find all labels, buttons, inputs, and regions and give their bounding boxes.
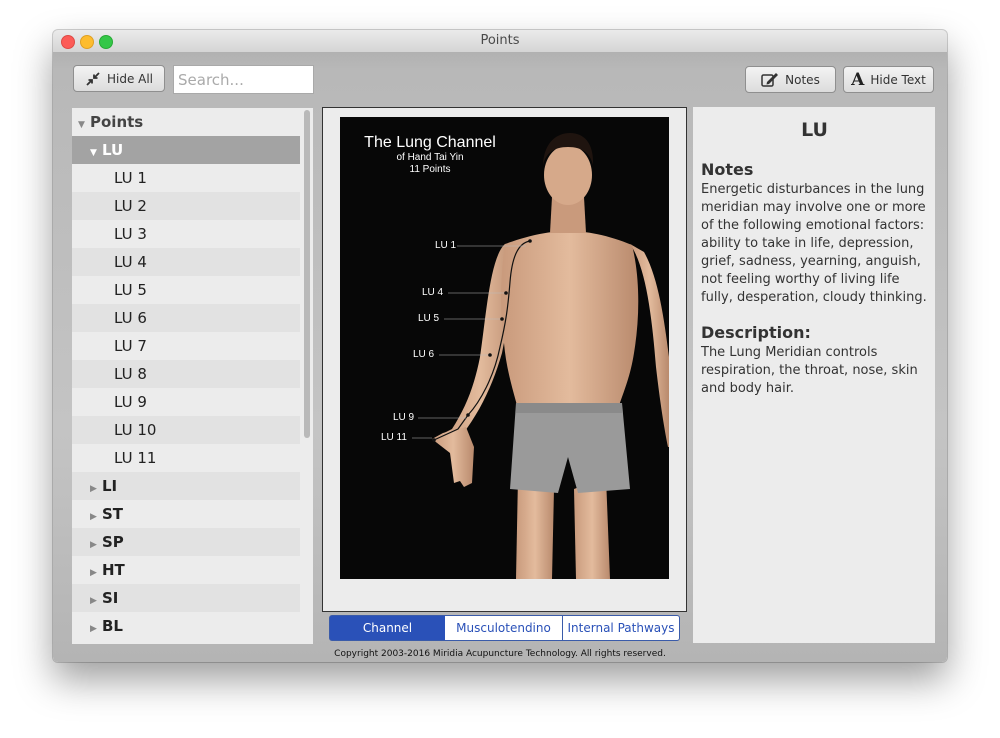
disclosure-collapsed-icon[interactable]: ▶ [72, 559, 102, 587]
collapse-arrows-icon [86, 71, 100, 86]
notes-label: Notes [785, 72, 820, 87]
copyright-text: Copyright 2003-2016 Miridia Acupuncture … [334, 649, 666, 659]
disclosure-expanded-icon[interactable]: ▼ [72, 111, 90, 139]
notes-button[interactable]: Notes [745, 66, 836, 93]
image-title: The Lung Channel [364, 134, 496, 151]
tree-point-lu-10[interactable]: LU 10 [72, 416, 300, 444]
tree-point-lu-11[interactable]: LU 11 [72, 444, 300, 472]
text-a-icon: A [851, 69, 865, 90]
hide-all-label: Hide All [106, 71, 154, 86]
tree-channel-ht[interactable]: ▶ HT [72, 556, 300, 584]
image-label-lu-4: LU 4 [422, 287, 444, 298]
tree-channel-st[interactable]: ▶ ST [72, 500, 300, 528]
tree-scrollbar[interactable] [301, 108, 313, 644]
disclosure-collapsed-icon[interactable]: ▶ [72, 615, 102, 643]
image-label-lu-6: LU 6 [413, 349, 435, 360]
info-panel: LU Notes Energetic disturbances in the l… [693, 107, 935, 643]
image-points-count: 11 Points [409, 164, 451, 175]
tree-point-lu-3[interactable]: LU 3 [72, 220, 300, 248]
tree-point-lu-4[interactable]: LU 4 [72, 248, 300, 276]
notes-text: Energetic disturbances in the lung merid… [701, 182, 927, 305]
tree-channel-si[interactable]: ▶ SI [72, 584, 300, 612]
description-heading: Description: [701, 323, 811, 342]
close-window-button[interactable] [61, 35, 75, 49]
tab-internal-pathways[interactable]: Internal Pathways [562, 615, 680, 641]
tree-point-lu-7[interactable]: LU 7 [72, 332, 300, 360]
disclosure-collapsed-icon[interactable]: ▶ [72, 475, 102, 503]
tree-scroll-thumb[interactable] [304, 110, 310, 438]
window-title: Points [480, 33, 520, 48]
channel-image: The Lung Channel of Hand Tai Yin 11 Poin… [340, 117, 669, 579]
image-label-lu-5: LU 5 [418, 313, 440, 324]
body-figure-illustration [412, 133, 669, 579]
title-bar[interactable]: Points [53, 30, 947, 53]
search-input[interactable] [173, 65, 314, 94]
tree-point-lu-1[interactable]: LU 1 [72, 164, 300, 192]
tree-point-lu-9[interactable]: LU 9 [72, 388, 300, 416]
image-label-lu-9: LU 9 [393, 412, 415, 423]
hide-all-button[interactable]: Hide All [73, 65, 165, 92]
tree-point-lu-8[interactable]: LU 8 [72, 360, 300, 388]
channel-image-frame: The Lung Channel of Hand Tai Yin 11 Poin… [322, 107, 687, 612]
tree-channel-lu[interactable]: ▼ LU [72, 136, 300, 164]
image-subtitle: of Hand Tai Yin [396, 152, 464, 163]
pencil-edit-icon [761, 72, 779, 87]
tree-point-lu-5[interactable]: LU 5 [72, 276, 300, 304]
tree-channel-bl[interactable]: ▶ BL [72, 612, 300, 640]
tree-point-lu-2[interactable]: LU 2 [72, 192, 300, 220]
points-tree: ▼ Points ▼ LU LU 1 LU 2 LU 3 LU 4 LU 5 LU … [72, 108, 313, 644]
image-label-lu-11: LU 11 [381, 432, 407, 443]
disclosure-expanded-icon[interactable]: ▼ [72, 139, 102, 167]
notes-heading: Notes [701, 160, 754, 179]
info-heading: LU [801, 119, 828, 141]
tab-musculotendino[interactable]: Musculotendino [445, 615, 563, 641]
disclosure-collapsed-icon[interactable]: ▶ [72, 587, 102, 615]
points-window: Points Hide All Notes A Hide Text ▼Point… [53, 30, 947, 662]
tree-channel-sp[interactable]: ▶ SP [72, 528, 300, 556]
zoom-window-button[interactable] [99, 35, 113, 49]
image-title-block: The Lung Channel of Hand Tai Yin 11 Poin… [360, 134, 500, 176]
description-text: The Lung Meridian controls respiration, … [701, 345, 918, 396]
disclosure-collapsed-icon[interactable]: ▶ [72, 531, 102, 559]
image-label-lu-1: LU 1 [435, 240, 457, 251]
tree-channel-li[interactable]: ▶ LI [72, 472, 300, 500]
hide-text-label: Hide Text [870, 72, 926, 87]
hide-text-button[interactable]: A Hide Text [843, 66, 934, 93]
disclosure-collapsed-icon[interactable]: ▶ [72, 503, 102, 531]
tree-root-points[interactable]: ▼ Points [72, 108, 300, 136]
minimize-window-button[interactable] [80, 35, 94, 49]
tree-point-lu-6[interactable]: LU 6 [72, 304, 300, 332]
tab-channel[interactable]: Channel [329, 615, 446, 641]
